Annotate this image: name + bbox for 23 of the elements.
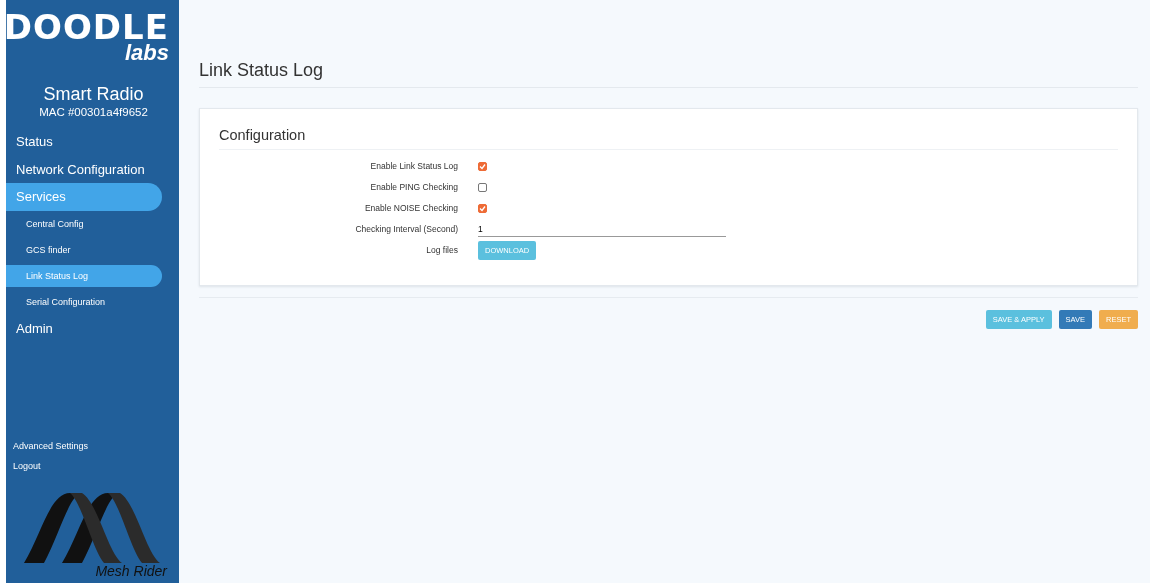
brand-name: Mesh Rider xyxy=(95,563,167,579)
field-label: Enable Link Status Log xyxy=(369,160,458,173)
mac-address: MAC #00301a4f9652 xyxy=(39,106,148,118)
input-field[interactable]: 1 xyxy=(478,222,726,237)
checkbox[interactable] xyxy=(478,183,487,192)
nav-subitem[interactable]: Central Config xyxy=(6,212,162,235)
page-title: Link Status Log xyxy=(199,60,1138,88)
device-name: Smart Radio xyxy=(43,84,144,105)
field-label: Enable NOISE Checking xyxy=(363,202,458,215)
nav-subitem[interactable]: GCS finder xyxy=(6,238,162,261)
nav-item[interactable]: Admin xyxy=(6,314,162,342)
logo-text: labs xyxy=(124,42,169,64)
field-label: Log files xyxy=(425,244,458,257)
nav-item[interactable]: Network Configuration xyxy=(6,155,162,183)
nav-item[interactable]: Status xyxy=(6,128,162,156)
sidebar-link[interactable]: Logout xyxy=(6,461,179,471)
field-label: Enable PING Checking xyxy=(369,181,458,194)
checkbox[interactable] xyxy=(478,204,487,213)
field-label: Checking Interval (Second) xyxy=(354,223,458,236)
section-title: Configuration xyxy=(219,127,1118,150)
sidebar-link[interactable]: Advanced Settings xyxy=(6,441,179,451)
nav-subitem[interactable]: Serial Configuration xyxy=(6,290,162,313)
checkbox[interactable] xyxy=(478,162,487,171)
